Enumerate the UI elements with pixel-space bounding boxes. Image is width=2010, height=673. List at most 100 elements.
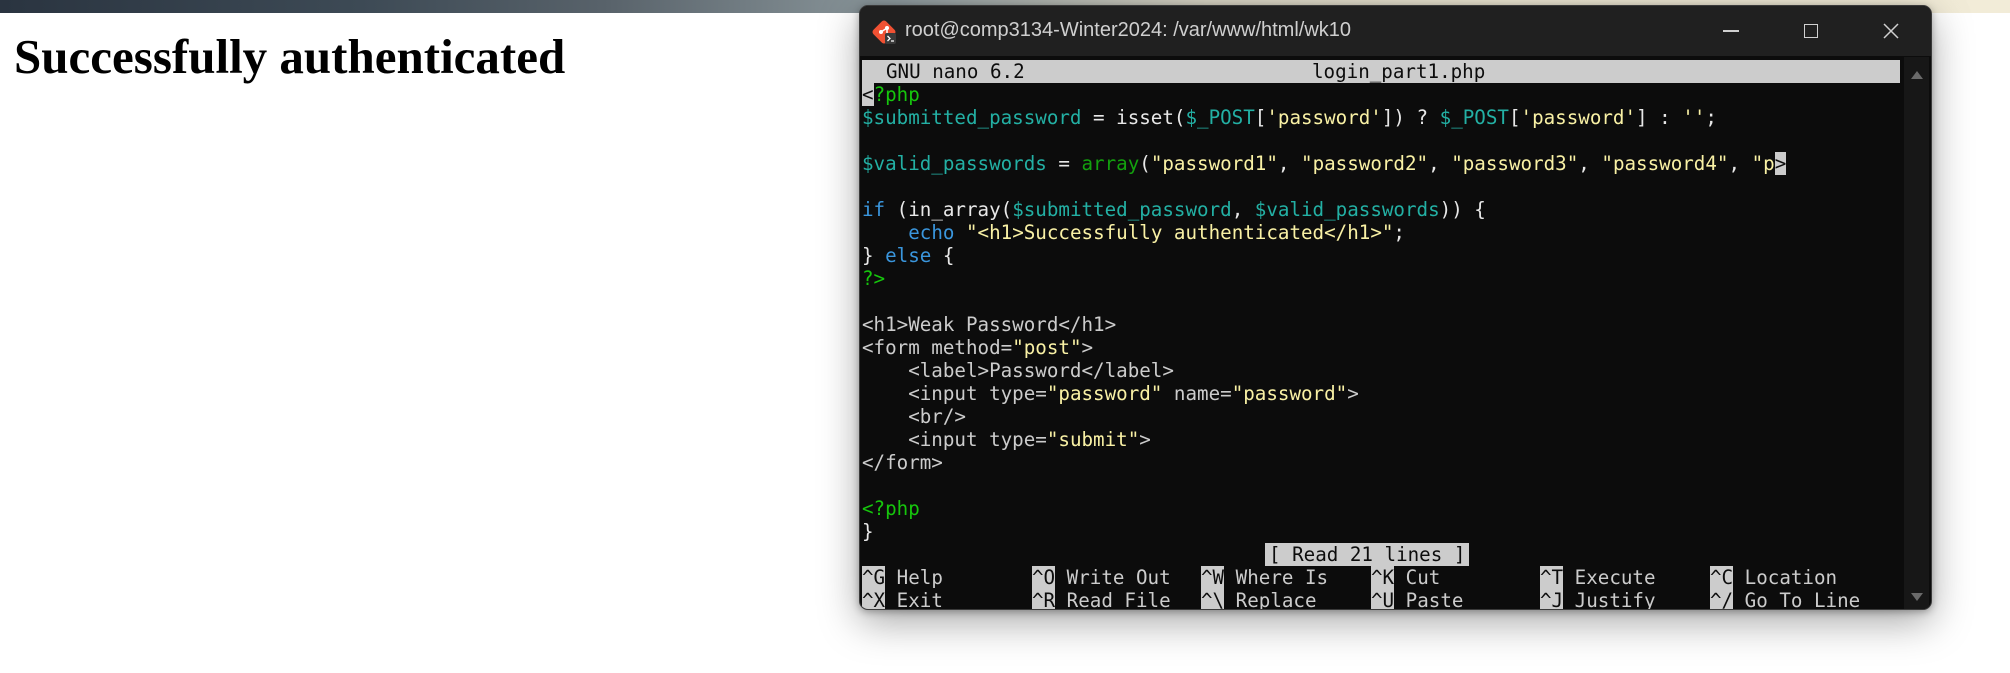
shortcut-exit[interactable]: ^X Exit	[862, 589, 943, 609]
maximize-icon	[1804, 24, 1818, 38]
code-token: $_POST	[1439, 106, 1509, 129]
code-token: ,	[1578, 152, 1602, 175]
code-token: array	[1081, 152, 1140, 175]
shortcut-key: ^R	[1032, 589, 1056, 610]
code-token: <?php	[862, 497, 920, 520]
shortcut-replace[interactable]: ^\ Replace	[1201, 589, 1317, 610]
shortcut-where-is[interactable]: ^W Where Is	[1201, 566, 1328, 589]
shortcut-row-1: ^G Help ^O Write Out ^W Where Is ^K Cut ^T E…	[862, 566, 1900, 589]
minimize-icon	[1723, 30, 1739, 32]
code-token: (in_array(	[885, 198, 1013, 221]
code-line[interactable]: <h1>Weak Password</h1>	[862, 313, 1900, 336]
code-line[interactable]: <input type="submit">	[862, 428, 1900, 451]
window-titlebar[interactable]: root@comp3134-Winter2024: /var/www/html/…	[860, 6, 1931, 56]
code-line[interactable]: $submitted_password = isset($_POST['pass…	[862, 106, 1900, 129]
shortcut-execute[interactable]: ^T Execute	[1540, 566, 1656, 589]
code-token: "password3"	[1451, 152, 1579, 175]
shortcut-location[interactable]: ^C Location	[1710, 566, 1837, 589]
code-token: name=	[1162, 382, 1232, 405]
code-token: <input type=	[862, 382, 1047, 405]
code-line[interactable]: } else {	[862, 244, 1900, 267]
shortcut-key: ^C	[1710, 566, 1734, 589]
code-token: 'password'	[1266, 106, 1382, 129]
shortcut-key: ^W	[1201, 566, 1225, 589]
code-line[interactable]	[862, 474, 1900, 497]
code-line[interactable]	[862, 290, 1900, 313]
code-token: }	[862, 520, 874, 543]
shortcut-key: ^K	[1371, 566, 1395, 589]
code-token: ]) ?	[1381, 106, 1440, 129]
shortcut-go-to-line[interactable]: ^/ Go To Line	[1710, 589, 1860, 609]
code-line[interactable]	[862, 175, 1900, 198]
code-line[interactable]: <form method="post">	[862, 336, 1900, 359]
code-token: =	[1046, 152, 1082, 175]
shortcut-label: Replace	[1224, 589, 1317, 610]
code-line[interactable]: echo "<h1>Successfully authenticated</h1…	[862, 221, 1900, 244]
line-continues-marker: >	[1774, 152, 1787, 175]
nano-version: GNU nano 6.2	[886, 60, 1025, 83]
shortcut-key: ^\	[1201, 589, 1225, 610]
code-line[interactable]: <?php	[862, 497, 1900, 520]
code-token: >	[1081, 336, 1094, 359]
code-line[interactable]: </form>	[862, 451, 1900, 474]
page-heading: Successfully authenticated	[14, 29, 566, 84]
shortcut-paste[interactable]: ^U Paste	[1371, 589, 1463, 609]
shortcut-key: ^T	[1540, 566, 1564, 589]
nano-filename: login_part1.php	[1312, 60, 1486, 83]
code-line[interactable]: }	[862, 520, 1900, 543]
shortcut-label: Read File	[1055, 589, 1171, 610]
close-icon	[1883, 23, 1899, 39]
maximize-button[interactable]	[1771, 6, 1851, 56]
close-button[interactable]	[1851, 6, 1931, 56]
shortcut-justify[interactable]: ^J Justify	[1540, 589, 1656, 609]
code-token: </form>	[862, 451, 943, 474]
code-line[interactable]: <?php	[862, 83, 1900, 106]
code-token: <?php	[862, 83, 920, 106]
code-line[interactable]: <label>Password</label>	[862, 359, 1900, 382]
code-token: "password2"	[1301, 152, 1429, 175]
code-token: >	[1139, 428, 1151, 451]
shortcut-row-2: ^X Exit ^R Read File ^\ Replace ^U Paste ^J …	[862, 589, 1900, 610]
terminal-content[interactable]: GNU nano 6.2 login_part1.php <?php $submi…	[862, 57, 1902, 609]
shortcut-label: Write Out	[1055, 566, 1171, 589]
shortcut-label: Where Is	[1224, 566, 1329, 589]
code-token: $submitted_password	[1012, 198, 1232, 221]
code-token: if	[862, 198, 886, 221]
code-token: $valid_passwords	[862, 152, 1047, 175]
code-token: $submitted_password	[862, 106, 1082, 129]
code-line[interactable]: ?>	[862, 267, 1900, 290]
code-token: <h1>Weak Password</h1>	[862, 313, 1117, 336]
code-line[interactable]: $valid_passwords = array("password1", "p…	[862, 152, 1900, 175]
scroll-down-arrow-icon[interactable]	[1911, 593, 1923, 601]
shortcut-label: Location	[1733, 566, 1838, 589]
code-token: = isset(	[1081, 106, 1186, 129]
code-token: ?>	[862, 267, 886, 290]
shortcut-key: ^G	[862, 566, 886, 589]
scroll-up-arrow-icon[interactable]	[1911, 71, 1923, 79]
code-line[interactable]: <input type="password" name="password">	[862, 382, 1900, 405]
code-token: $_POST	[1185, 106, 1255, 129]
code-token: <label>Password</label>	[862, 359, 1174, 382]
code-token: ,	[1428, 152, 1452, 175]
code-token: (	[1139, 152, 1151, 175]
shortcut-cut[interactable]: ^K Cut	[1371, 566, 1440, 589]
minimize-button[interactable]	[1691, 6, 1771, 56]
shortcut-key: ^O	[1032, 566, 1056, 589]
terminal-window[interactable]: root@comp3134-Winter2024: /var/www/html/…	[859, 5, 1932, 610]
terminal-scrollbar[interactable]	[1904, 57, 1929, 609]
code-token: "post"	[1012, 336, 1082, 359]
code-token: echo	[908, 221, 955, 244]
shortcut-help[interactable]: ^G Help	[862, 566, 943, 589]
code-line[interactable]: if (in_array($submitted_password, $valid…	[862, 198, 1900, 221]
code-line[interactable]: <br/>	[862, 405, 1900, 428]
code-token: 'password'	[1520, 106, 1637, 129]
code-line[interactable]	[862, 129, 1900, 152]
code-token: "<h1>Successfully authenticated</h1>"	[966, 221, 1394, 244]
code-token: ,	[1728, 152, 1752, 175]
nano-header-bar: GNU nano 6.2 login_part1.php	[862, 60, 1900, 83]
shortcut-write-out[interactable]: ^O Write Out	[1032, 566, 1171, 589]
shortcut-read-file[interactable]: ^R Read File	[1032, 589, 1171, 610]
code-token: ] :	[1636, 106, 1683, 129]
shortcut-label: Execute	[1563, 566, 1656, 589]
code-token: else	[885, 244, 932, 267]
